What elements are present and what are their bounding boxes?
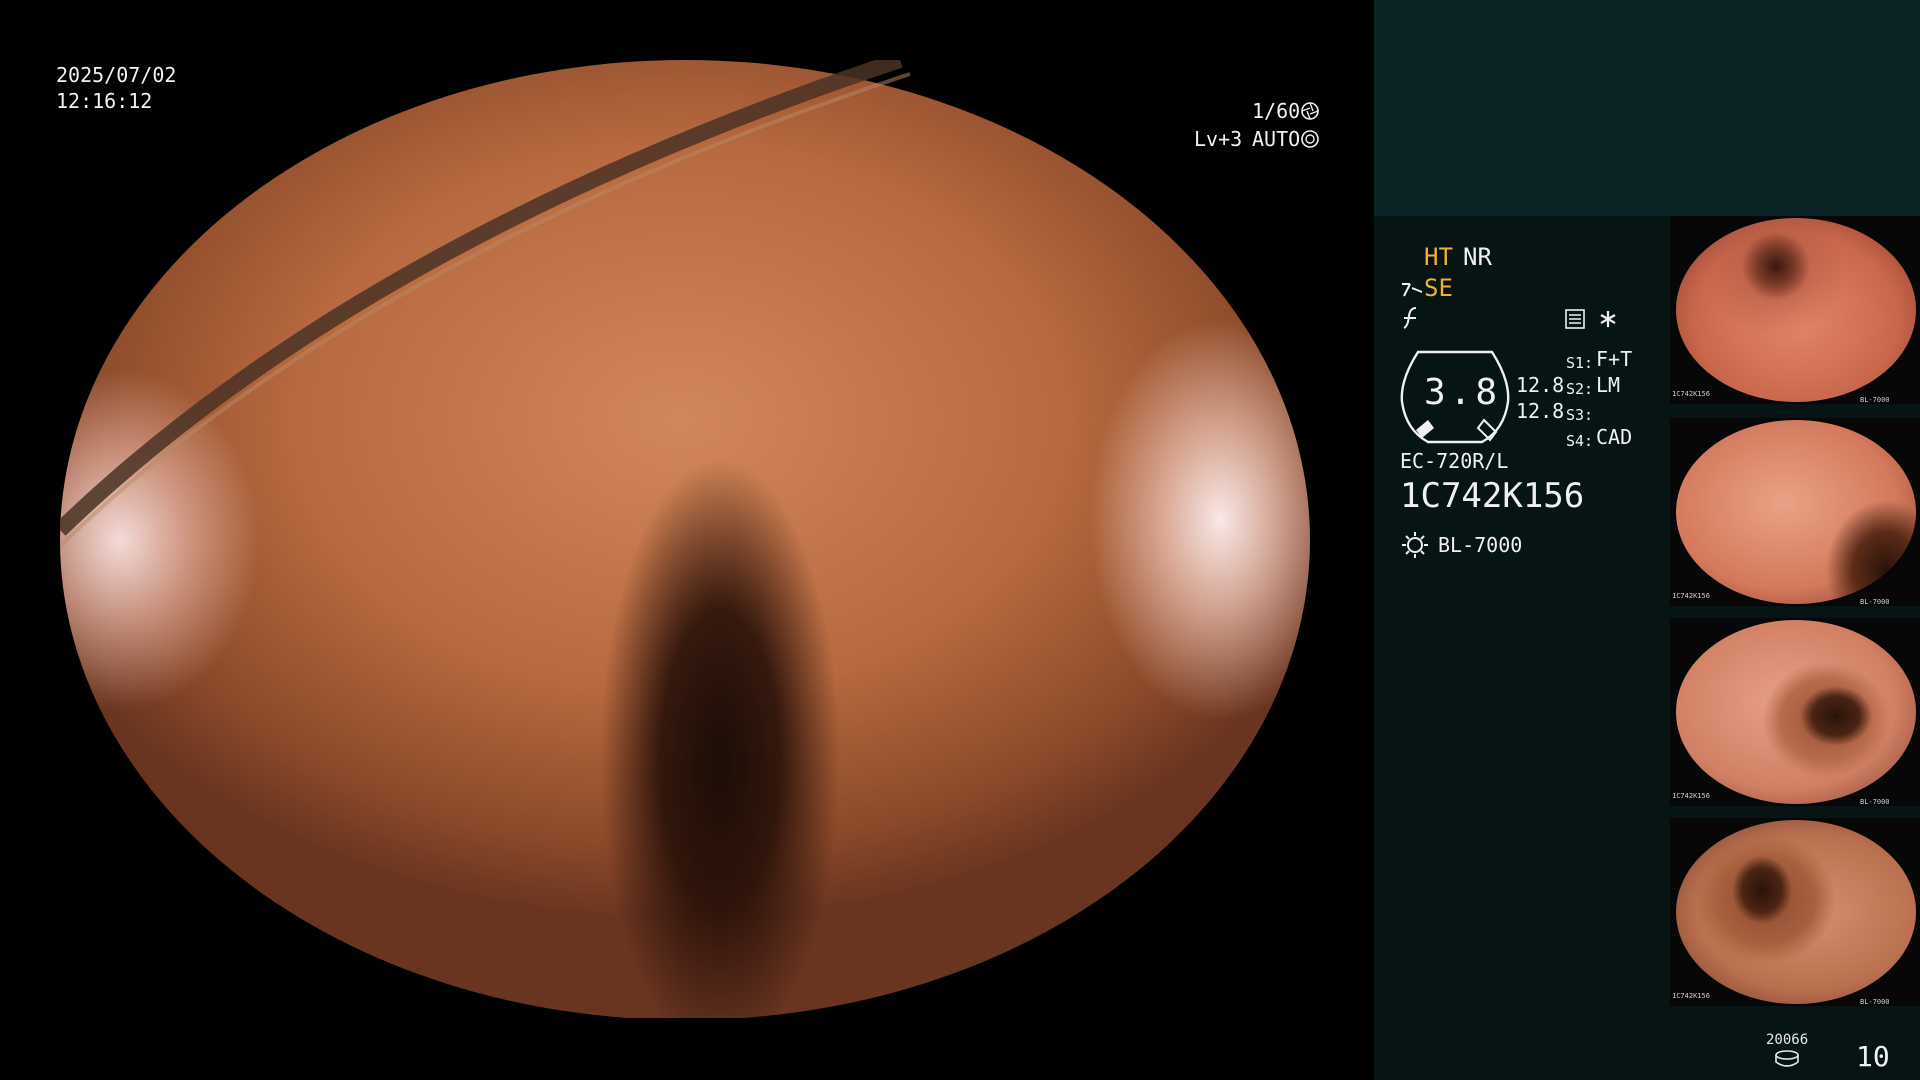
thumbnail-image [1676,820,1916,1004]
thumbnail-source: BL-7000 [1860,598,1890,606]
thumbnail-1[interactable]: 1C742K156 BL-7000 [1670,216,1920,404]
view-mask-top [0,0,1310,60]
scope-serial: 1C742K156 [1400,476,1585,516]
thumbnail-serial: 1C742K156 [1672,390,1710,398]
s2-label: S2: [1566,380,1594,398]
thumbnail-source: BL-7000 [1860,396,1890,404]
endoscope-main-view [60,60,1310,1020]
thumbnail-2[interactable]: 1C742K156 BL-7000 [1670,418,1920,606]
thumbnail-source: BL-7000 [1860,798,1890,806]
thumbnail-3[interactable]: 1C742K156 BL-7000 [1670,618,1920,806]
scale-bottom-value: 12.8 [1516,399,1565,423]
s2-value: LM [1596,373,1621,397]
storage-disk-icon [1775,1050,1799,1067]
light-source-icon [1402,532,1428,558]
iris-mode-readout: AUTO [1252,127,1301,151]
s1-value: F+T [1596,347,1633,371]
thumbnail-serial: 1C742K156 [1672,792,1710,800]
thumbnail-image [1676,420,1916,604]
shutter-readout: 1/60 [1252,99,1301,123]
date-readout: 2025/07/02 [56,63,177,87]
se-indicator: SE [1424,274,1453,302]
shutter-icon [1301,102,1319,120]
record-count: 20066 [1766,1032,1809,1048]
settings-list-icon [1565,309,1585,329]
thumbnail-4[interactable]: 1C742K156 BL-7000 [1670,818,1920,1006]
image-count: 10 [1856,1040,1890,1073]
thumbnail-serial: 1C742K156 [1672,992,1710,1000]
asterisk-icon [1600,311,1616,327]
s4-label: S4: [1566,432,1594,450]
thumbnail-serial: 1C742K156 [1672,592,1710,600]
thumbnail-source: BL-7000 [1860,998,1890,1006]
level-readout: Lv+3 [1194,127,1243,151]
s3-label: S3: [1566,406,1594,424]
view-mask-bottom [0,1018,1310,1080]
scale-top-value: 12.8 [1516,373,1565,397]
time-readout: 12:16:12 [56,89,153,113]
light-source: BL-7000 [1438,533,1523,557]
scope-model: EC-720R/L [1400,449,1509,473]
thumbnail-image [1676,620,1916,804]
iris-icon [1301,130,1319,148]
status-panel-header [1374,0,1920,216]
color-mode-icon [1403,307,1417,329]
s4-value: CAD [1596,425,1633,449]
structure-enhance-icon [1402,283,1423,297]
ht-indicator: HT [1424,243,1453,271]
magnification-value: 3.8 [1424,372,1502,413]
s1-label: S1: [1566,354,1594,372]
thumbnail-image [1676,218,1916,402]
nr-indicator: NR [1463,243,1492,271]
